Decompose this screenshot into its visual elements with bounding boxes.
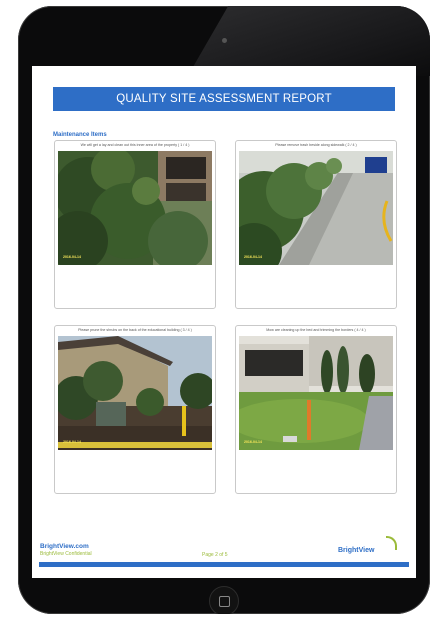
- photo-building-utility-box: [58, 336, 212, 450]
- photo-shrubs-building: [58, 151, 212, 265]
- photo-date: 2016-04-14: [63, 255, 81, 259]
- page-number: Page 2 of 5: [202, 552, 228, 558]
- photo-caption: Please prune the shrubs on the back of t…: [78, 328, 192, 332]
- footer-url[interactable]: BrightView.com: [40, 543, 89, 550]
- photo-date: 2016-04-14: [244, 255, 262, 259]
- home-square-glyph: [219, 596, 230, 607]
- photo-hedge-sidewalk: [239, 151, 393, 265]
- photo-caption: Mow are cleaning up the bed and trimming…: [266, 328, 366, 332]
- report-page[interactable]: QUALITY SITE ASSESSMENT REPORT Maintenan…: [32, 66, 416, 578]
- photo-garden-bed: [239, 336, 393, 450]
- site-photo: 2016-04-14: [58, 336, 212, 450]
- site-photo: 2016-04-14: [239, 151, 393, 265]
- section-heading: Maintenance Items: [53, 132, 107, 138]
- report-title: QUALITY SITE ASSESSMENT REPORT: [53, 87, 395, 111]
- brightview-logo: BrightView: [338, 547, 375, 554]
- photo-card[interactable]: Please remove trash beside along sidewal…: [235, 140, 397, 309]
- tablet-device: QUALITY SITE ASSESSMENT REPORT Maintenan…: [18, 6, 430, 614]
- photo-caption: Please remove trash beside along sidewal…: [275, 143, 357, 147]
- photo-card[interactable]: Mow are cleaning up the bed and trimming…: [235, 325, 397, 494]
- photo-card[interactable]: Please prune the shrubs on the back of t…: [54, 325, 216, 494]
- photo-date: 2016-04-14: [63, 440, 81, 444]
- site-photo: 2016-04-14: [58, 151, 212, 265]
- photo-date: 2016-04-14: [244, 440, 262, 444]
- logo-mark-icon: [386, 536, 397, 550]
- footer-confidential: BrightView Confidential: [40, 551, 92, 557]
- front-camera-icon: [222, 38, 227, 43]
- site-photo: 2016-04-14: [239, 336, 393, 450]
- footer-bar: [39, 562, 409, 567]
- home-button-icon[interactable]: [209, 586, 239, 614]
- photo-caption: We will get a lay and clean out this inn…: [80, 143, 190, 147]
- photo-card[interactable]: We will get a lay and clean out this inn…: [54, 140, 216, 309]
